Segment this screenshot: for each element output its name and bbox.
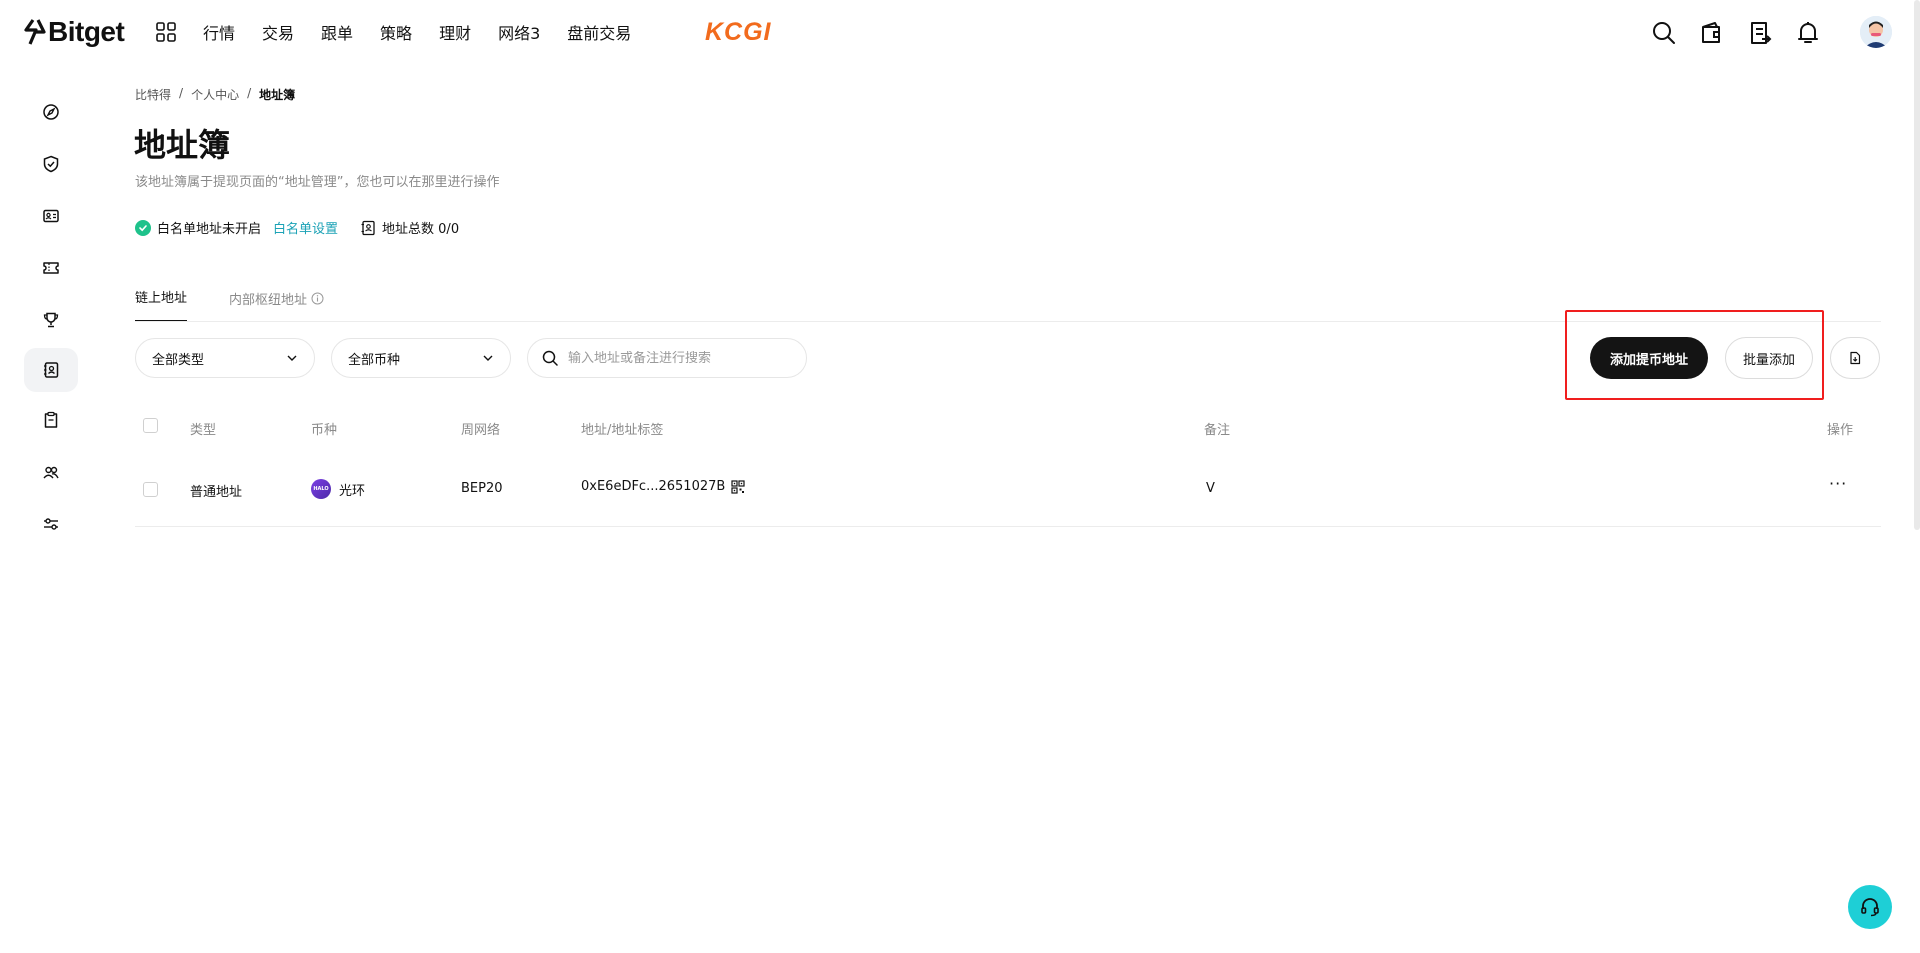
orders-icon[interactable] [1747,20,1773,46]
row-checkbox[interactable] [143,482,158,497]
type-filter-select[interactable]: 全部类型 [135,338,315,378]
sidebar-item-rewards[interactable] [24,298,78,342]
page-title: 地址簿 [134,126,231,164]
users-icon [43,466,59,479]
halo-coin-icon: HALO [311,479,331,499]
column-header-actions: 操作 [1827,423,1854,438]
sidebar-item-referral[interactable] [24,450,78,494]
bell-icon[interactable] [1795,20,1821,46]
sidebar-item-security[interactable] [24,142,78,186]
batch-add-button[interactable]: 批量添加 [1725,337,1813,379]
id-card-icon [43,209,59,223]
type-filter-value: 全部类型 [152,352,205,368]
breadcrumb-profile[interactable]: 个人中心 [191,86,239,103]
sidebar-item-api[interactable] [24,398,78,442]
nav-item-copy[interactable]: 跟单 [321,20,353,44]
info-icon[interactable] [311,292,324,305]
chevron-down-icon [483,355,493,361]
column-header-network: 周网络 [461,423,501,438]
nav-item-market[interactable]: 行情 [203,20,235,44]
tab-label: 内部枢纽地址 [229,293,308,308]
address-tabs: 链上地址 内部枢纽地址 [135,286,366,322]
trophy-icon [43,312,59,328]
nav-item-premarket[interactable]: 盘前交易 [567,20,631,44]
qr-code-icon[interactable] [731,479,745,494]
search-icon[interactable] [1651,20,1677,46]
row-address-value: 0xE6eDFc...2651027B [581,479,726,494]
top-navbar: Bitget 行情 交易 跟单 策略 理财 网络3 盘前交易 KCGI [0,0,1920,64]
tab-internal-address[interactable]: 内部枢纽地址 [229,289,324,322]
search-input[interactable] [568,350,788,366]
sidebar-item-overview[interactable] [24,90,78,134]
row-coin: HALO 光环 [311,479,365,499]
row-address: 0xE6eDFc...2651027B [581,479,745,494]
export-file-icon [1850,351,1861,365]
row-type: 普通地址 [190,485,243,500]
row-coin-name: 光环 [339,483,366,499]
nav-item-web3[interactable]: 网络3 [498,20,540,44]
breadcrumb-separator: / [179,86,184,100]
bitget-logo-icon [24,19,46,45]
sidebar-item-address-book[interactable] [24,348,78,392]
row-divider [135,526,1881,527]
whitelist-status-text: 白名单地址未开启 [157,222,262,237]
tabs-divider [135,321,1881,322]
nav-item-trade[interactable]: 交易 [262,20,294,44]
address-total-count: 地址总数 0/0 [382,222,460,237]
coin-filter-value: 全部币种 [348,352,401,368]
breadcrumb: 比特得 / 个人中心 / 地址簿 [135,86,295,103]
coin-filter-select[interactable]: 全部币种 [331,338,511,378]
column-header-address: 地址/地址标签 [581,423,664,438]
chevron-down-icon [287,355,297,361]
row-more-menu-icon[interactable]: ··· [1829,474,1847,493]
export-button[interactable] [1830,337,1880,379]
ticket-icon [43,262,59,274]
nav-item-earn[interactable]: 理财 [439,20,471,44]
compass-icon [43,104,59,120]
page-scrollbar[interactable] [1914,0,1920,530]
settings-sliders-icon [44,518,58,530]
column-header-type: 类型 [190,423,217,438]
customer-support-button[interactable] [1848,885,1892,929]
column-header-remark: 备注 [1204,423,1231,438]
sidebar-item-preferences[interactable] [24,502,78,546]
kcgi-logo[interactable]: KCGI [705,18,772,47]
column-header-coin: 币种 [311,423,338,438]
whitelist-status-row: 白名单地址未开启 白名单设置 地址总数 0/0 [135,218,459,237]
add-withdraw-address-button[interactable]: 添加提币地址 [1590,337,1708,379]
sidebar-item-verification[interactable] [24,194,78,238]
headset-icon [1861,898,1879,917]
page-subtitle: 该地址簿属于提现页面的“地址管理”，您也可以在那里进行操作 [135,175,500,190]
check-circle-icon [135,219,151,236]
address-search-box[interactable] [527,338,807,378]
select-all-checkbox[interactable] [143,418,158,433]
search-icon [542,350,558,366]
brand-name: Bitget [48,16,125,47]
breadcrumb-separator: / [247,86,252,100]
bitget-logo[interactable]: Bitget [24,14,125,50]
nav-item-strategy[interactable]: 策略 [380,20,412,44]
clipboard-icon [44,411,58,428]
row-remark: V [1206,481,1215,496]
breadcrumb-home[interactable]: 比特得 [135,86,171,103]
wallet-icon[interactable] [1699,20,1725,46]
whitelist-settings-link[interactable]: 白名单设置 [273,218,338,237]
apps-grid-icon[interactable] [156,22,176,42]
sidebar-item-coupons[interactable] [24,246,78,290]
shield-check-icon [43,155,59,173]
breadcrumb-current: 地址簿 [259,88,296,102]
address-book-icon [44,362,59,378]
avatar-illustration-icon [1860,16,1892,48]
tab-label: 链上地址 [135,291,188,306]
tab-onchain-address[interactable]: 链上地址 [135,287,188,322]
address-book-icon [361,220,375,235]
user-avatar[interactable] [1860,16,1892,48]
main-nav: 行情 交易 跟单 策略 理财 网络3 盘前交易 [203,0,658,64]
row-network: BEP20 [461,481,503,496]
